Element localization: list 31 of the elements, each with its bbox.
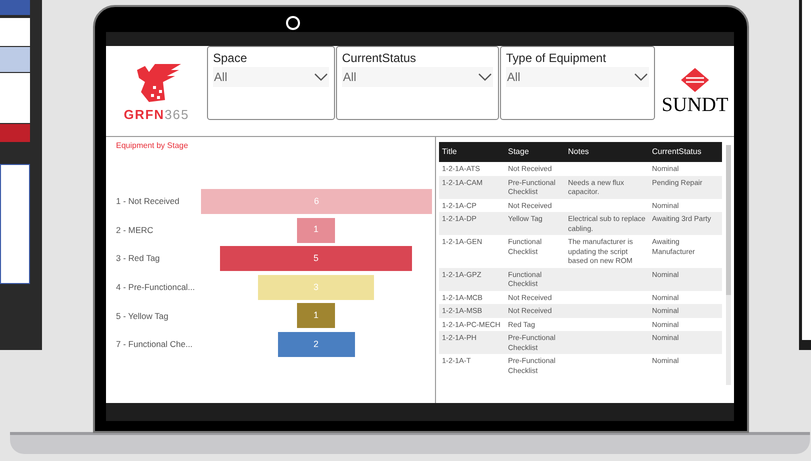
column-header[interactable]: CurrentStatus xyxy=(649,146,721,158)
column-header[interactable]: Stage xyxy=(505,146,565,158)
diamond-logo-icon xyxy=(680,67,710,93)
dropdown[interactable]: All xyxy=(213,67,329,87)
column-header[interactable]: Notes xyxy=(565,146,649,158)
stage-label: 3 - Red Tag xyxy=(116,252,161,266)
chevron-down-icon xyxy=(314,73,328,81)
stage-label: 5 - Yellow Tag xyxy=(116,310,170,322)
chevron-down-icon xyxy=(634,73,648,81)
slicer-label: Space xyxy=(213,50,248,66)
chart-title: Equipment by Stage xyxy=(116,140,188,152)
stage-label: 4 - Pre-Functioncal... xyxy=(116,280,196,294)
logo-text: SUNDT xyxy=(662,95,728,115)
slicer-label: Type of Equipment xyxy=(506,50,608,66)
logo-text: GRFN365 xyxy=(124,108,190,120)
funnel-bar: 1 xyxy=(296,303,336,328)
stage-label: 7 - Functional Che... xyxy=(116,338,194,351)
stage-label: 1 - Not Received xyxy=(116,195,180,208)
chevron-down-icon xyxy=(478,73,492,81)
scrollbar[interactable] xyxy=(726,145,731,385)
dropdown[interactable]: All xyxy=(342,67,493,87)
funnel-bar: 1 xyxy=(296,218,336,243)
camera-icon xyxy=(286,16,300,30)
dropdown[interactable]: All xyxy=(506,67,649,87)
funnel-bar: 3 xyxy=(258,274,374,300)
funnel-bar: 5 xyxy=(220,246,412,272)
slicer-label: CurrentStatus xyxy=(342,50,418,66)
funnel-bar: 2 xyxy=(278,332,354,357)
funnel-bar: 6 xyxy=(201,189,432,214)
column-header[interactable]: Title xyxy=(439,146,505,158)
stage-label: 2 - MERC xyxy=(116,224,154,236)
